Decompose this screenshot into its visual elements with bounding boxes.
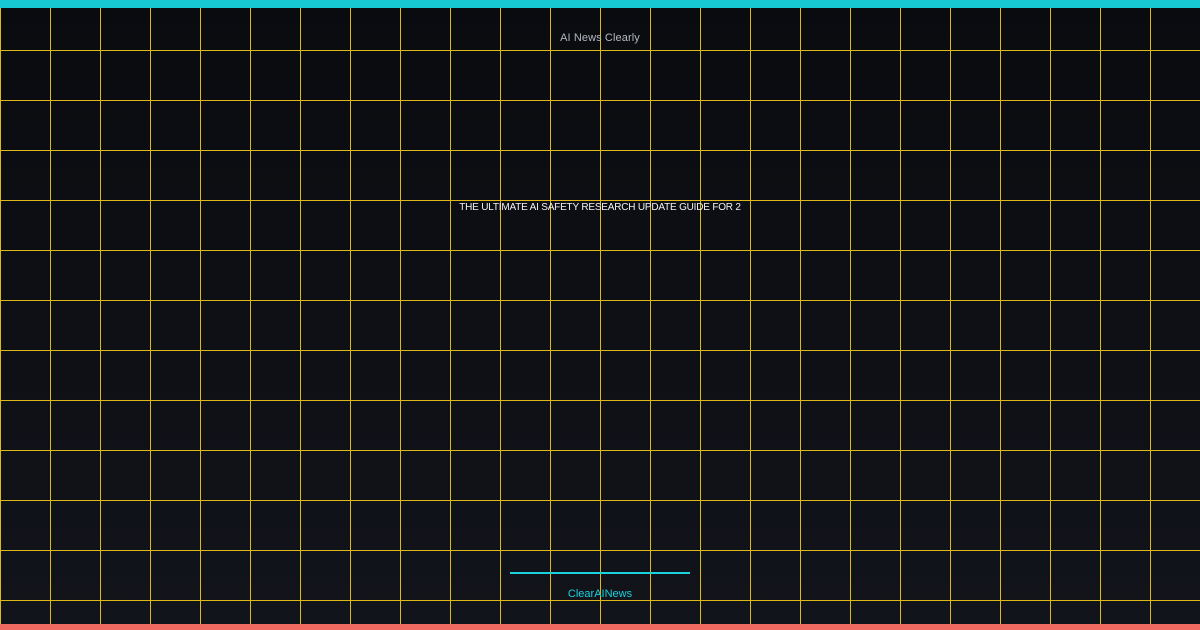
top-accent-bar bbox=[0, 0, 1200, 8]
footer-brand: ClearAINews bbox=[567, 588, 633, 600]
header-brand: AI News Clearly bbox=[560, 32, 640, 44]
social-card: AI News Clearly THE ULTIMATE AI SAFETY R… bbox=[0, 0, 1200, 630]
grid-background bbox=[0, 0, 1200, 630]
page-headline: THE ULTIMATE AI SAFETY RESEARCH UPDATE G… bbox=[459, 202, 741, 213]
footer-accent-line bbox=[510, 572, 690, 574]
bottom-accent-bar bbox=[0, 624, 1200, 630]
